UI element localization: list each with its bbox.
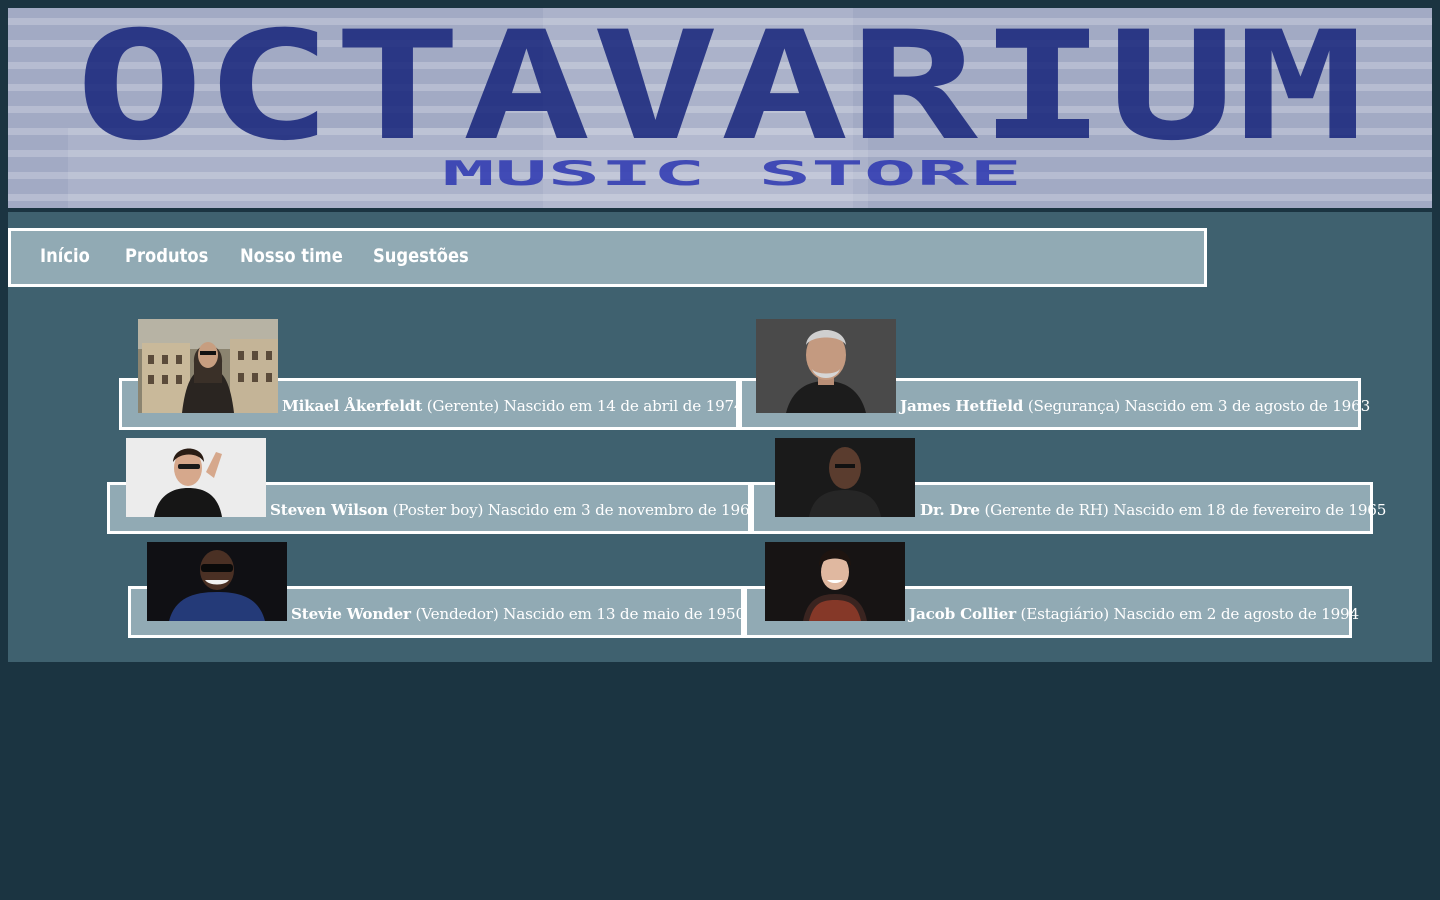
- member-photo-jacob-collier: [765, 542, 905, 621]
- nav-link-produtos[interactable]: Produtos: [125, 245, 208, 267]
- member-photo-mikael-akerfeldt: [138, 319, 278, 413]
- member-name: James Hetfield: [900, 397, 1024, 415]
- member-photo-james-hetfield: [756, 319, 896, 413]
- site-banner: OCTAVARIUM MUSIC STORE: [8, 8, 1432, 208]
- member-name: Mikael Åkerfeldt: [282, 397, 423, 415]
- nav-link-nosso-time[interactable]: Nosso time: [240, 245, 343, 267]
- member-details: (Gerente de RH) Nascido em 18 de feverei…: [984, 501, 1387, 519]
- store-logo: OCTAVARIUM MUSIC STORE: [75, 8, 1365, 194]
- member-name: Jacob Collier: [909, 605, 1016, 623]
- member-photo-stevie-wonder: [147, 542, 287, 621]
- member-name: Dr. Dre: [920, 501, 980, 519]
- member-photo-steven-wilson: [126, 438, 266, 517]
- nav-link-sugestoes[interactable]: Sugestões: [373, 245, 469, 267]
- member-name: Steven Wilson: [270, 501, 388, 519]
- logo-title: OCTAVARIUM: [75, 8, 1365, 174]
- member-details: (Estagiário) Nascido em 2 de agosto de 1…: [1020, 605, 1360, 623]
- member-details: (Vendedor) Nascido em 13 de maio de 1950: [415, 605, 746, 623]
- member-details: (Segurança) Nascido em 3 de agosto de 19…: [1027, 397, 1371, 415]
- team-section: Início Produtos Nosso time Sugestões Mik…: [8, 212, 1432, 662]
- main-nav: Início Produtos Nosso time Sugestões: [8, 228, 1207, 287]
- member-photo-dr-dre: [775, 438, 915, 517]
- logo-subtitle: MUSIC STORE: [442, 154, 1022, 194]
- nav-link-inicio[interactable]: Início: [40, 245, 90, 267]
- member-details: (Gerente) Nascido em 14 de abril de 1974: [426, 397, 744, 415]
- member-details: (Poster boy) Nascido em 3 de novembro de…: [392, 501, 760, 519]
- member-name: Stevie Wonder: [291, 605, 411, 623]
